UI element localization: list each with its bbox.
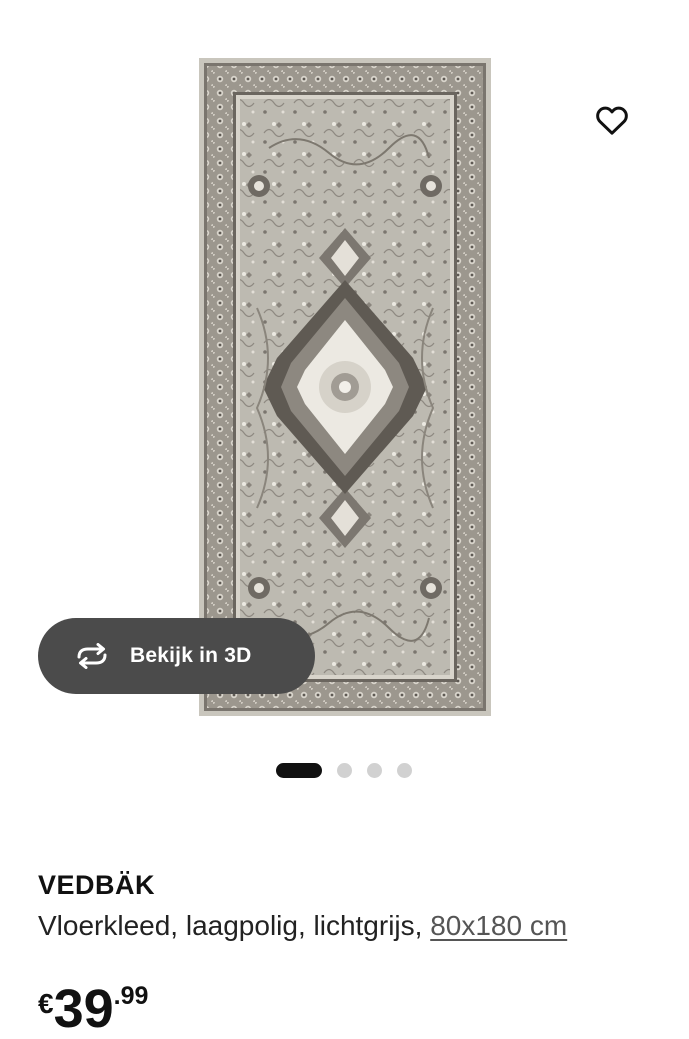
carousel-dot[interactable] bbox=[337, 762, 352, 778]
product-description-text: Vloerkleed, laagpolig, lichtgrijs, bbox=[38, 910, 431, 941]
rotate-3d-icon bbox=[72, 642, 112, 670]
product-description: Vloerkleed, laagpolig, lichtgrijs, 80x18… bbox=[38, 910, 567, 942]
heart-icon bbox=[596, 106, 628, 135]
view-3d-label: Bekijk in 3D bbox=[130, 644, 252, 667]
carousel-dot[interactable] bbox=[367, 762, 382, 778]
product-name: VEDBÄK bbox=[38, 870, 156, 900]
product-price: € 39 .99 bbox=[38, 978, 148, 1036]
price-decimal: .99 bbox=[113, 982, 149, 1010]
price-integer: 39 bbox=[53, 979, 114, 1039]
price-currency: € bbox=[38, 988, 54, 1019]
carousel-dot-active[interactable] bbox=[276, 762, 322, 778]
favorite-button[interactable] bbox=[590, 98, 634, 142]
carousel-dot[interactable] bbox=[397, 762, 412, 778]
product-size-link[interactable]: 80x180 cm bbox=[430, 910, 567, 941]
image-carousel-indicator bbox=[276, 762, 412, 778]
view-3d-button[interactable]: Bekijk in 3D bbox=[38, 618, 315, 694]
